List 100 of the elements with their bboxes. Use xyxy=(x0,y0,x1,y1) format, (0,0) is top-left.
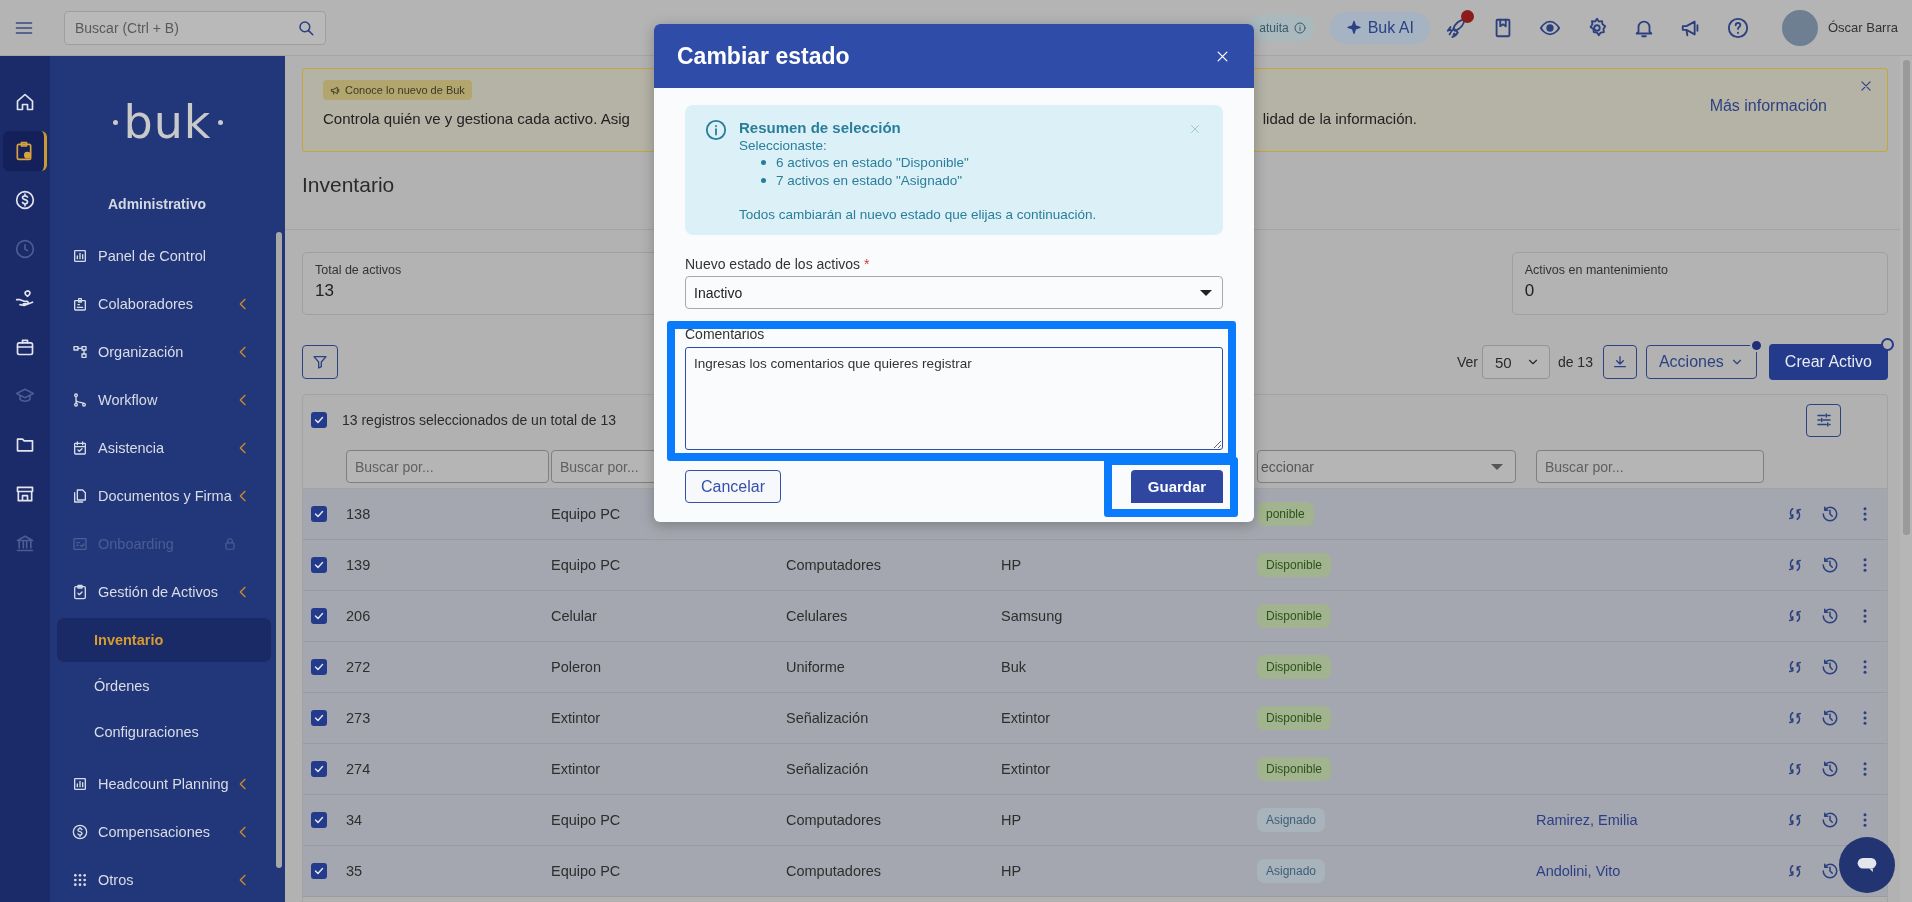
stat-value: 0 xyxy=(1524,281,1536,301)
history-icon[interactable] xyxy=(1821,760,1839,778)
row-checkbox[interactable] xyxy=(311,659,327,675)
table-cell: Extintor xyxy=(551,761,601,777)
table-cell: HP xyxy=(1001,863,1022,879)
filter-dropdown[interactable]: eccionar xyxy=(1257,450,1516,483)
table-cell: Buk xyxy=(1001,659,1026,675)
history-icon[interactable] xyxy=(1821,862,1839,880)
trial-badge[interactable]: atuita xyxy=(1249,14,1314,41)
user-name[interactable]: Óscar Barra xyxy=(1827,20,1898,35)
history-icon[interactable] xyxy=(1821,505,1839,523)
search-field[interactable]: Buscar por... xyxy=(346,450,549,483)
check-icon xyxy=(313,661,325,673)
sidebar-subitem[interactable]: Inventario xyxy=(57,618,271,662)
field-label: Comentarios xyxy=(685,326,766,344)
history-icon[interactable] xyxy=(1821,556,1839,574)
row-checkbox[interactable] xyxy=(311,608,327,624)
table-cell: HP xyxy=(1001,557,1022,573)
table-cell: 34 xyxy=(346,812,363,828)
clipboard-icon[interactable] xyxy=(3,131,47,171)
sidebar-item[interactable]: Gestión de Activos xyxy=(50,568,275,616)
table-cell: 272 xyxy=(346,659,371,675)
table-cell: 139 xyxy=(346,557,371,573)
grid-icon xyxy=(72,872,88,888)
bullet-icon xyxy=(761,177,766,183)
sidebar-item[interactable]: Documentos y Firma xyxy=(50,472,275,520)
swap-icon[interactable] xyxy=(1786,607,1804,625)
history-icon[interactable] xyxy=(1821,607,1839,625)
status-tag: Asignado xyxy=(1257,808,1326,832)
chart-icon xyxy=(72,248,88,264)
history-icon[interactable] xyxy=(1821,658,1839,676)
column-settings-button[interactable] xyxy=(1806,403,1841,437)
swap-icon[interactable] xyxy=(1786,556,1804,574)
ai-button[interactable]: Buk AI xyxy=(1329,11,1430,44)
row-checkbox[interactable] xyxy=(311,506,327,522)
caret-icon xyxy=(1491,463,1503,470)
row-checkbox[interactable] xyxy=(311,557,327,573)
sidebar-item[interactable]: Colaboradores xyxy=(50,280,275,328)
more-info-link[interactable]: Más información xyxy=(1709,97,1827,115)
row-checkbox[interactable] xyxy=(311,863,327,879)
table-cell: 206 xyxy=(346,608,371,624)
assignee-link[interactable]: Andolini, Vito xyxy=(1536,863,1621,879)
create-button[interactable]: Crear Activo xyxy=(1768,344,1888,380)
per-page-select[interactable]: 50 xyxy=(1481,345,1550,379)
table-cell: 274 xyxy=(346,761,371,777)
field-label: Nuevo estado de los activos xyxy=(685,256,861,272)
table-cell: Celulares xyxy=(786,608,848,624)
table-cell: 273 xyxy=(346,710,371,726)
sidebar-subitem[interactable]: Configuraciones xyxy=(57,710,271,754)
row-checkbox[interactable] xyxy=(311,812,327,828)
table-cell: Equipo PC xyxy=(551,557,621,573)
filter-button[interactable] xyxy=(302,345,338,379)
sidebar-item[interactable]: Headcount Planning xyxy=(50,760,275,808)
sparkle-icon xyxy=(1345,19,1362,36)
indicator-dot xyxy=(1881,338,1894,351)
status-dropdown[interactable]: Inactivo xyxy=(685,276,1223,309)
history-icon[interactable] xyxy=(1821,811,1839,829)
check-icon xyxy=(313,763,325,775)
row-checkbox[interactable] xyxy=(311,761,327,777)
table-cell: HP xyxy=(1001,812,1022,828)
sidebar-subitem[interactable]: Órdenes xyxy=(57,664,271,708)
close-button[interactable] xyxy=(1859,79,1873,93)
row-checkbox[interactable] xyxy=(311,710,327,726)
comments-field[interactable]: Ingresas los comentarios que quieres registrar xyxy=(685,347,1223,450)
check-icon xyxy=(313,508,325,520)
sidebar-item[interactable]: Otros xyxy=(50,856,275,902)
assignee-link[interactable]: Ramirez, Emilia xyxy=(1536,812,1638,828)
swap-icon[interactable] xyxy=(1786,658,1804,676)
table-cell: Computadores xyxy=(786,557,882,573)
sidebar-item[interactable]: Workflow xyxy=(50,376,275,424)
swap-icon[interactable] xyxy=(1786,862,1804,880)
stat-label: Activos en mantenimiento xyxy=(1524,263,1669,277)
sidebar-item[interactable]: Asistencia xyxy=(50,424,275,472)
sidebar-item[interactable]: Panel de Control xyxy=(50,232,275,280)
swap-icon[interactable] xyxy=(1786,709,1804,727)
select-all-checkbox[interactable] xyxy=(311,412,327,428)
swap-icon[interactable] xyxy=(1786,760,1804,778)
scrollbar[interactable] xyxy=(276,232,282,868)
sidebar-item[interactable]: Organización xyxy=(50,328,275,376)
table-cell: Extintor xyxy=(1001,761,1051,777)
search-field[interactable]: Buscar por... xyxy=(1536,450,1764,483)
news-tag: Conoce lo nuevo de Buk xyxy=(323,80,472,100)
table-cell: Poleron xyxy=(551,659,601,675)
search-field[interactable]: Buscar (Ctrl + B) xyxy=(64,10,326,45)
sidebar-item[interactable]: Compensaciones xyxy=(50,808,275,856)
check-icon xyxy=(313,712,325,724)
swap-icon[interactable] xyxy=(1786,811,1804,829)
check-icon xyxy=(313,865,325,877)
swap-icon[interactable] xyxy=(1786,505,1804,523)
status-tag: ponible xyxy=(1257,502,1314,526)
cancel-button[interactable]: Cancelar xyxy=(685,470,781,503)
help-icon[interactable] xyxy=(1726,16,1749,39)
actions-button[interactable]: Acciones xyxy=(1645,345,1757,379)
form-icon xyxy=(72,536,88,552)
stat-value: 13 xyxy=(315,281,335,301)
history-icon[interactable] xyxy=(1821,709,1839,727)
check-icon xyxy=(313,610,325,622)
save-button[interactable]: Guardar xyxy=(1131,470,1223,503)
table-cell: Extintor xyxy=(551,710,601,726)
download-button[interactable] xyxy=(1602,345,1637,379)
